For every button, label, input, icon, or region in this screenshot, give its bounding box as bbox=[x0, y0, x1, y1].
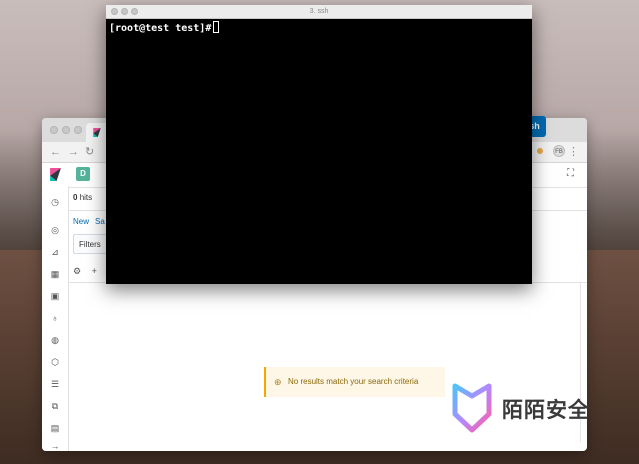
zoom-window-button[interactable] bbox=[74, 126, 82, 134]
kibana-logo-icon[interactable] bbox=[50, 168, 61, 181]
recent-clock-icon[interactable]: ◷ bbox=[49, 196, 61, 208]
dashboard-icon[interactable]: ▦ bbox=[49, 268, 61, 280]
no-results-text: No results match your search criteria bbox=[288, 377, 419, 386]
terminal-cursor bbox=[213, 21, 220, 33]
watermark-text: 陌陌安全 bbox=[502, 398, 590, 422]
menu-new-link[interactable]: New bbox=[73, 217, 89, 226]
extension-icon[interactable] bbox=[537, 148, 543, 154]
canvas-icon[interactable]: ▣ bbox=[49, 290, 61, 302]
uptime-icon[interactable]: ▤ bbox=[49, 422, 61, 434]
back-arrow-icon[interactable]: ← bbox=[50, 145, 61, 159]
no-results-callout: ⊕ No results match your search criteria bbox=[264, 367, 445, 397]
forward-arrow-icon[interactable]: → bbox=[68, 145, 79, 159]
collapse-arrow-icon[interactable]: → bbox=[49, 440, 61, 451]
terminal-titlebar: 3. ssh bbox=[106, 5, 532, 19]
maps-icon[interactable]: ♁ bbox=[49, 312, 61, 324]
menu-save-link[interactable]: Sa bbox=[95, 217, 105, 226]
kibana-sidenav: ◷ ◎ ⊿ ▦ ▣ ♁ ◍ ⬡ ☰ ⧉ ▤ → bbox=[42, 186, 69, 451]
close-window-button[interactable] bbox=[50, 126, 58, 134]
momo-security-logo-icon bbox=[452, 383, 492, 433]
logs-icon[interactable]: ☰ bbox=[49, 378, 61, 390]
filter-options: ⚙ + bbox=[73, 266, 97, 277]
discover-compass-icon[interactable]: ◎ bbox=[49, 224, 61, 236]
kibana-favicon-icon bbox=[93, 128, 101, 137]
hits-count: 0 hits bbox=[73, 193, 93, 202]
terminal-prompt: [root@test test]# bbox=[109, 23, 212, 34]
gear-icon[interactable]: ⚙ bbox=[73, 266, 81, 276]
help-icon: ⊕ bbox=[274, 377, 282, 387]
reload-icon[interactable]: ↻ bbox=[85, 145, 94, 159]
visualize-icon[interactable]: ⊿ bbox=[49, 246, 61, 258]
browser-menu-icon[interactable]: ⋮ bbox=[568, 145, 579, 159]
fullscreen-icon[interactable]: ⛶ bbox=[567, 168, 579, 180]
apm-icon[interactable]: ⧉ bbox=[49, 400, 61, 412]
ml-icon[interactable]: ◍ bbox=[49, 334, 61, 346]
add-filter-icon[interactable]: + bbox=[92, 266, 97, 276]
terminal-title: 3. ssh bbox=[309, 8, 329, 15]
profile-avatar[interactable]: FB bbox=[553, 145, 565, 157]
infrastructure-icon[interactable]: ⬡ bbox=[49, 356, 61, 368]
minimize-window-button[interactable] bbox=[62, 126, 70, 134]
space-badge[interactable]: D bbox=[76, 167, 90, 181]
terminal-prompt-line[interactable]: [root@test test]# bbox=[109, 21, 220, 34]
terminal-window[interactable]: 3. ssh [root@test test]# bbox=[106, 5, 532, 284]
